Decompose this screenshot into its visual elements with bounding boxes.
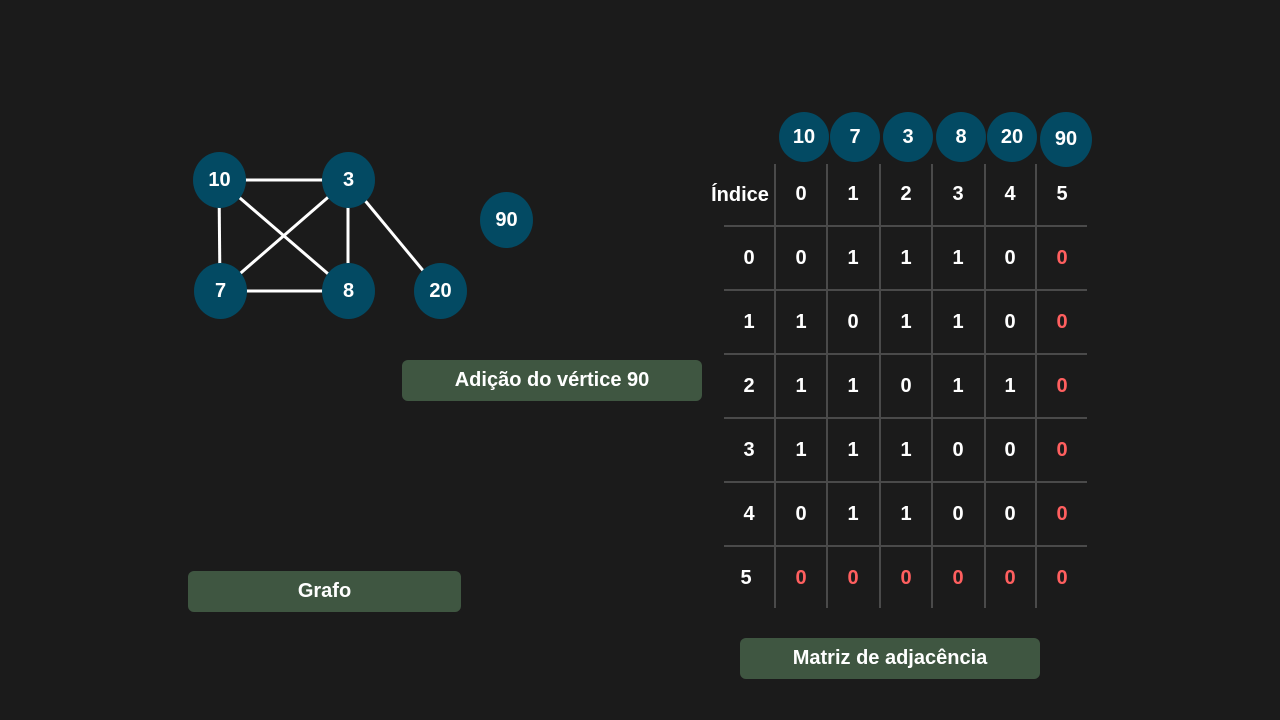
matrix-cell-2-0: 1 [795, 374, 807, 397]
matrix-cell-3-3: 0 [952, 438, 964, 461]
matrix-cell-1-1: 0 [847, 310, 859, 333]
matrix-row-index-1: 1 [743, 310, 755, 333]
matrix-col-index-0: 0 [795, 182, 807, 205]
matrix-cell-2-5: 0 [1056, 374, 1068, 397]
matrix-cell-2-2: 0 [900, 374, 912, 397]
matrix-cell-5-2: 0 [900, 566, 912, 589]
matrix-cell-1-4: 0 [1004, 310, 1016, 333]
matrix-row-index-5: 5 [740, 566, 752, 589]
matrix-cell-4-5: 0 [1056, 502, 1068, 525]
matrix-cell-5-1: 0 [847, 566, 859, 589]
matrix-cell-3-4: 0 [1004, 438, 1016, 461]
matrix-grid [724, 164, 1087, 608]
diagram-canvas: 10 3 7 8 20 90 Grafo Adição do vértice 9… [0, 0, 1280, 720]
matrix-col-index-5: 5 [1056, 182, 1068, 205]
matrix-col-index-4: 4 [1004, 182, 1016, 205]
matrix-cell-5-0: 0 [795, 566, 807, 589]
matrix-index-label: Índice [711, 183, 769, 206]
matrix-cell-0-5: 0 [1056, 246, 1068, 269]
matrix-cell-4-2: 1 [900, 502, 912, 525]
matrix-cell-1-2: 1 [900, 310, 912, 333]
matrix-row-index-0: 0 [743, 246, 755, 269]
matrix-cell-1-3: 1 [952, 310, 964, 333]
matrix-cell-1-0: 1 [795, 310, 807, 333]
matrix-col-index-1: 1 [847, 182, 859, 205]
matrix-cell-0-0: 0 [795, 246, 807, 269]
matrix-row-index-4: 4 [743, 502, 755, 525]
matrix-cell-2-4: 1 [1004, 374, 1016, 397]
matrix-cell-0-4: 0 [1004, 246, 1016, 269]
matrix-col-index-2: 2 [900, 182, 912, 205]
matrix-cell-2-3: 1 [952, 374, 964, 397]
matrix-cell-0-3: 1 [952, 246, 964, 269]
matrix-cell-5-4: 0 [1004, 566, 1016, 589]
matrix-cell-2-1: 1 [847, 374, 859, 397]
matrix-cell-3-2: 1 [900, 438, 912, 461]
matrix-cell-4-0: 0 [795, 502, 807, 525]
matrix-cell-0-1: 1 [847, 246, 859, 269]
matrix-cell-5-3: 0 [952, 566, 964, 589]
matrix-col-index-3: 3 [952, 182, 964, 205]
matrix-cell-0-2: 1 [900, 246, 912, 269]
matrix-cell-3-5: 0 [1056, 438, 1068, 461]
matrix-cell-1-5: 0 [1056, 310, 1068, 333]
matrix-cell-5-5: 0 [1056, 566, 1068, 589]
matrix-row-index-3: 3 [743, 438, 755, 461]
matrix-cell-4-1: 1 [847, 502, 859, 525]
matrix-cell-3-0: 1 [795, 438, 807, 461]
matrix-cell-3-1: 1 [847, 438, 859, 461]
matrix-row-index-2: 2 [743, 374, 755, 397]
matrix-cell-4-4: 0 [1004, 502, 1016, 525]
matrix-cell-4-3: 0 [952, 502, 964, 525]
